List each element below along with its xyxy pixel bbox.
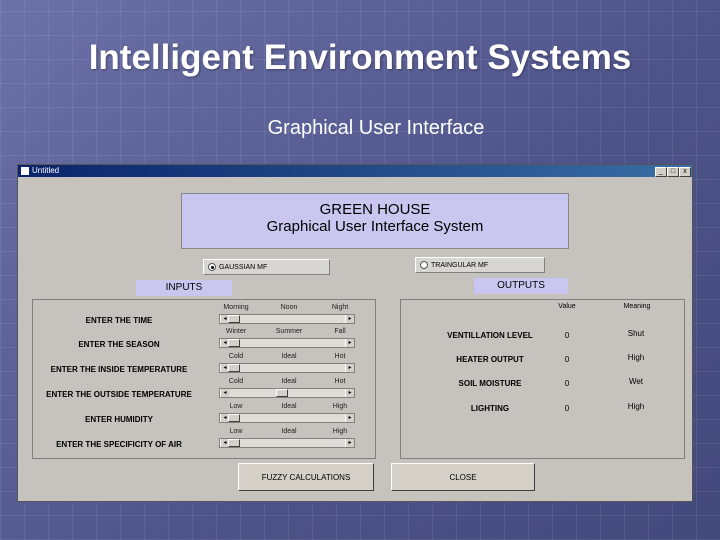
- slider-tick-label: Noon: [280, 304, 298, 311]
- output-meaning: Shut: [627, 329, 645, 338]
- slider-tick-label: High: [332, 403, 348, 410]
- slider-tick-label: High: [332, 428, 348, 435]
- output-label: VENTILLATION LEVEL: [447, 331, 533, 340]
- radio-triangular-label: TRAINGULAR MF: [431, 262, 489, 269]
- slider-tick-label: Ideal: [281, 403, 297, 410]
- radio-gaussian-dot[interactable]: [208, 263, 216, 272]
- output-value: 0: [564, 379, 570, 388]
- output-value: 0: [564, 355, 570, 364]
- output-meaning: Wet: [628, 377, 644, 386]
- window-title: Untitled: [32, 166, 60, 175]
- input-slider[interactable]: ◂ ▸: [219, 314, 355, 324]
- slider-tick-label: Ideal: [281, 378, 297, 385]
- close-window-button[interactable]: x: [679, 167, 691, 177]
- slider-tick-label: Summer: [275, 328, 303, 335]
- input-label: ENTER THE INSIDE TEMPERATURE: [50, 365, 188, 374]
- radio-triangular-dot[interactable]: [420, 261, 428, 270]
- maximize-button[interactable]: □: [667, 167, 679, 177]
- radio-triangular-mf[interactable]: TRAINGULAR MF: [415, 257, 545, 273]
- slider-tick-label: Low: [229, 428, 243, 435]
- slider-thumb[interactable]: [228, 414, 240, 422]
- slider-thumb[interactable]: [228, 439, 240, 447]
- slider-tick-label: Morning: [223, 304, 249, 311]
- header-line-2: Graphical User Interface System: [266, 218, 484, 235]
- value-column-header: Value: [558, 303, 576, 310]
- slider-right-arrow-icon[interactable]: ▸: [345, 364, 354, 372]
- input-label: ENTER THE SEASON: [78, 340, 160, 349]
- slider-right-arrow-icon[interactable]: ▸: [345, 339, 354, 347]
- slider-tick-label: Winter: [225, 328, 247, 335]
- slider-thumb[interactable]: [228, 364, 240, 372]
- output-meaning: High: [627, 402, 645, 411]
- slider-tick-label: Ideal: [281, 428, 297, 435]
- slider-right-arrow-icon[interactable]: ▸: [345, 315, 354, 323]
- fuzzy-calculations-button[interactable]: FUZZY CALCULATIONS: [238, 463, 374, 491]
- app-window: Untitled _ □ x GREEN HOUSE Graphical Use…: [17, 164, 693, 502]
- output-label: HEATER OUTPUT: [456, 355, 524, 364]
- slide-subtitle: Graphical User Interface: [267, 117, 485, 139]
- close-button[interactable]: CLOSE: [391, 463, 535, 491]
- slider-right-arrow-icon[interactable]: ▸: [345, 414, 354, 422]
- slider-right-arrow-icon[interactable]: ▸: [345, 439, 354, 447]
- slide-title: Intelligent Environment Systems: [88, 38, 632, 77]
- minimize-button[interactable]: _: [655, 167, 667, 177]
- slider-tick-label: Cold: [228, 353, 244, 360]
- outputs-heading: OUTPUTS: [474, 278, 568, 294]
- meaning-column-header: Meaning: [623, 303, 651, 310]
- window-titlebar[interactable]: Untitled _ □ x: [18, 165, 692, 177]
- slider-tick-label: Ideal: [281, 353, 297, 360]
- input-slider[interactable]: ◂ ▸: [219, 388, 355, 398]
- input-slider[interactable]: ◂ ▸: [219, 438, 355, 448]
- input-label: ENTER HUMIDITY: [85, 415, 153, 424]
- slider-tick-label: Hot: [334, 378, 346, 385]
- output-value: 0: [564, 331, 570, 340]
- output-label: SOIL MOISTURE: [458, 379, 522, 388]
- slider-left-arrow-icon[interactable]: ◂: [220, 389, 229, 397]
- app-icon: [21, 167, 29, 175]
- input-slider[interactable]: ◂ ▸: [219, 363, 355, 373]
- slider-tick-label: Cold: [228, 378, 244, 385]
- output-label: LIGHTING: [470, 404, 510, 413]
- slider-tick-label: Low: [229, 403, 243, 410]
- inputs-heading: INPUTS: [136, 280, 232, 296]
- input-label: ENTER THE OUTSIDE TEMPERATURE: [46, 390, 192, 399]
- output-value: 0: [564, 404, 570, 413]
- radio-gaussian-label: GAUSSIAN MF: [219, 264, 268, 271]
- slider-thumb[interactable]: [275, 389, 288, 397]
- slider-tick-label: Night: [331, 304, 349, 311]
- output-meaning: High: [627, 353, 645, 362]
- slider-thumb[interactable]: [228, 339, 240, 347]
- input-slider[interactable]: ◂ ▸: [219, 413, 355, 423]
- slider-tick-label: Hot: [334, 353, 346, 360]
- radio-gaussian-mf[interactable]: GAUSSIAN MF: [203, 259, 330, 275]
- slider-thumb[interactable]: [228, 315, 240, 323]
- gui-header: GREEN HOUSE Graphical User Interface Sys…: [181, 193, 569, 249]
- slider-tick-label: Fall: [334, 328, 346, 335]
- input-label: ENTER THE TIME: [85, 316, 153, 325]
- slider-right-arrow-icon[interactable]: ▸: [345, 389, 354, 397]
- input-label: ENTER THE SPECIFICITY OF AIR: [56, 440, 182, 449]
- input-slider[interactable]: ◂ ▸: [219, 338, 355, 348]
- header-line-1: GREEN HOUSE: [319, 201, 431, 218]
